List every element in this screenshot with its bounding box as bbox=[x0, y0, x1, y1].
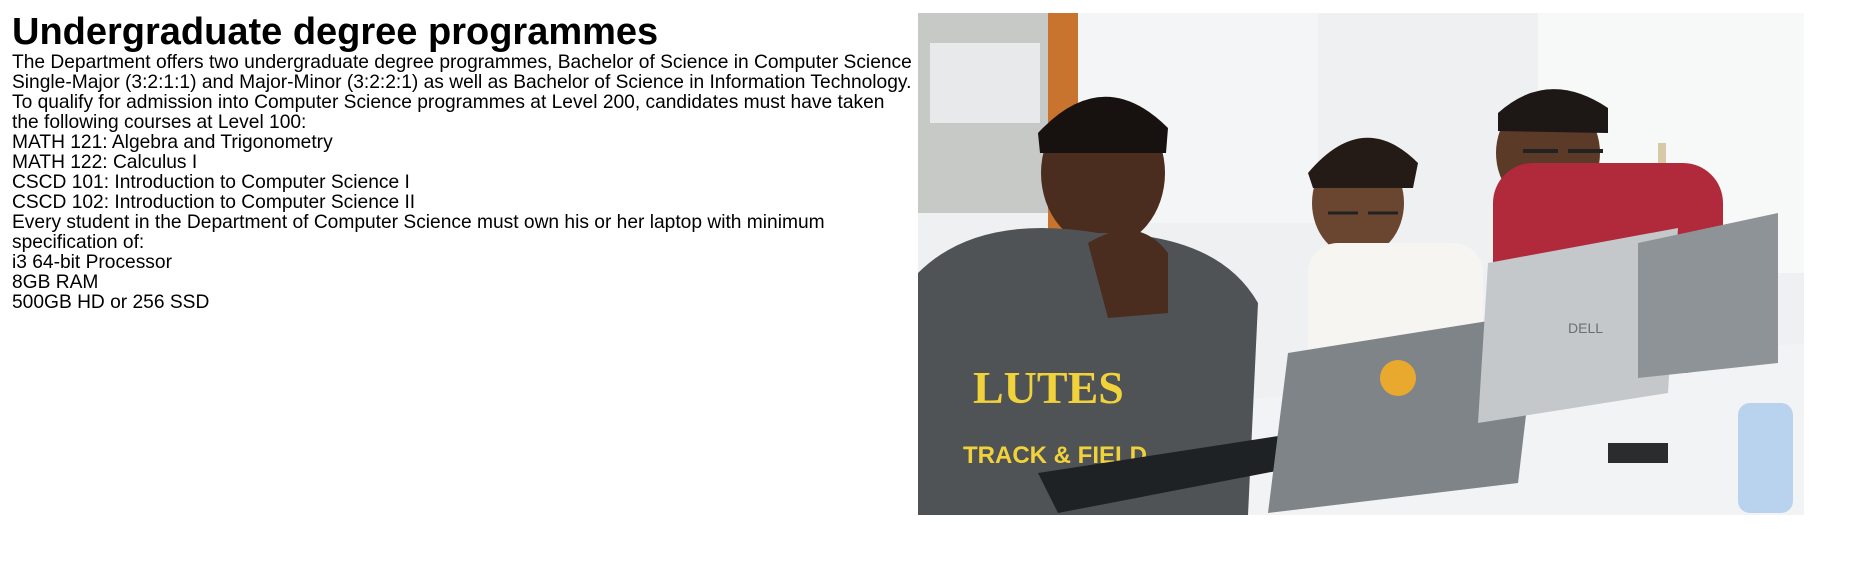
spec-item: 500GB HD or 256 SSD bbox=[12, 292, 210, 313]
course-item: MATH 122: Calculus I bbox=[12, 152, 198, 173]
course-item: MATH 121: Algebra and Trigonometry bbox=[12, 132, 333, 153]
laptop-requirement-paragraph: Every student in the Department of Compu… bbox=[12, 212, 825, 253]
spec-item: 8GB RAM bbox=[12, 272, 99, 293]
spec-item: i3 64-bit Processor bbox=[12, 252, 172, 273]
svg-text:LUTES: LUTES bbox=[973, 362, 1124, 413]
students-photo: LUTES TRACK & FIELD DELL bbox=[918, 13, 1804, 515]
course-item: CSCD 102: Introduction to Computer Scien… bbox=[12, 192, 416, 213]
laptop-brand-logo: DELL bbox=[1568, 320, 1603, 336]
content-column: Undergraduate degree programmes The Depa… bbox=[12, 12, 912, 313]
page-title: Undergraduate degree programmes bbox=[12, 11, 659, 53]
intro-paragraph: The Department offers two undergraduate … bbox=[12, 52, 912, 133]
students-photo-illustration: LUTES TRACK & FIELD DELL bbox=[918, 13, 1804, 515]
course-item: CSCD 101: Introduction to Computer Scien… bbox=[12, 172, 410, 193]
page: Undergraduate degree programmes The Depa… bbox=[0, 0, 1855, 568]
